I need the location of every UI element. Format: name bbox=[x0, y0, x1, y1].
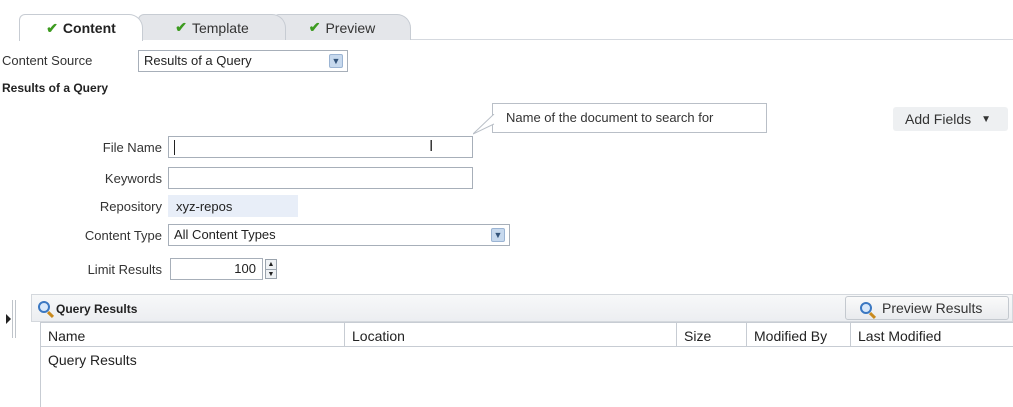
repository-label: Repository bbox=[99, 199, 162, 214]
chevron-down-icon: ▼ bbox=[981, 113, 992, 125]
tab-label: Template bbox=[191, 19, 249, 36]
section-title: Results of a Query bbox=[2, 81, 109, 95]
splitter-grip bbox=[12, 300, 16, 338]
file-name-input[interactable]: I bbox=[168, 136, 473, 158]
chevron-down-icon[interactable]: ▼ bbox=[491, 228, 505, 242]
tab-template[interactable]: ✔ Template bbox=[138, 14, 286, 40]
tooltip-text: Name of the document to search for bbox=[506, 110, 714, 125]
limit-results-label: Limit Results bbox=[87, 262, 162, 277]
tab-strip: ✔ Preview ✔ Template ✔ Content bbox=[0, 0, 1013, 41]
content-source-value: Results of a Query bbox=[144, 53, 252, 68]
tooltip-pointer bbox=[473, 114, 495, 135]
query-results-title: Query Results bbox=[56, 302, 138, 316]
content-source-select[interactable]: Results of a Query ▼ bbox=[138, 50, 348, 72]
results-table: Name Location Size Modified By Last Modi… bbox=[40, 322, 1013, 407]
keywords-label: Keywords bbox=[104, 171, 162, 186]
field-tooltip: Name of the document to search for bbox=[473, 103, 767, 135]
text-caret bbox=[174, 140, 175, 155]
limit-results-value: 100 bbox=[234, 261, 256, 276]
add-fields-button[interactable]: Add Fields ▼ bbox=[893, 107, 1008, 131]
column-header-modified-by[interactable]: Modified By bbox=[747, 323, 851, 347]
tab-label: Preview bbox=[325, 19, 376, 36]
stepper-down-icon[interactable]: ▼ bbox=[266, 270, 276, 279]
ibeam-cursor-icon: I bbox=[429, 138, 434, 155]
column-header-size[interactable]: Size bbox=[677, 323, 747, 347]
search-icon bbox=[38, 301, 50, 313]
tab-content[interactable]: ✔ Content bbox=[19, 14, 143, 41]
stepper-up-icon[interactable]: ▲ bbox=[266, 260, 276, 270]
preview-results-button[interactable]: Preview Results bbox=[845, 296, 1009, 320]
expand-arrow-icon[interactable] bbox=[6, 314, 11, 324]
stepper[interactable]: ▲ ▼ bbox=[265, 259, 277, 279]
column-header-name[interactable]: Name bbox=[41, 323, 345, 347]
repository-value: xyz-repos bbox=[168, 195, 298, 217]
table-row: Query Results bbox=[48, 352, 137, 368]
tab-label: Content bbox=[62, 20, 116, 36]
file-name-label: File Name bbox=[102, 140, 162, 155]
column-header-last-modified[interactable]: Last Modified bbox=[851, 323, 1013, 347]
checkmark-icon: ✔ bbox=[308, 19, 321, 35]
content-source-label: Content Source bbox=[2, 53, 93, 68]
checkmark-icon: ✔ bbox=[175, 19, 187, 35]
content-type-label: Content Type bbox=[84, 228, 162, 243]
tab-preview[interactable]: ✔ Preview bbox=[273, 14, 411, 40]
keywords-input[interactable] bbox=[168, 167, 473, 189]
column-header-location[interactable]: Location bbox=[345, 323, 677, 347]
checkmark-icon: ✔ bbox=[46, 19, 58, 36]
preview-results-label: Preview Results bbox=[882, 300, 983, 316]
content-type-select[interactable]: All Content Types ▼ bbox=[168, 224, 510, 246]
content-type-value: All Content Types bbox=[174, 227, 276, 242]
limit-results-input[interactable]: 100 bbox=[170, 258, 263, 280]
add-fields-label: Add Fields bbox=[905, 111, 972, 127]
splitter-handle[interactable] bbox=[0, 300, 18, 340]
search-icon bbox=[860, 302, 872, 314]
chevron-down-icon[interactable]: ▼ bbox=[329, 54, 343, 68]
